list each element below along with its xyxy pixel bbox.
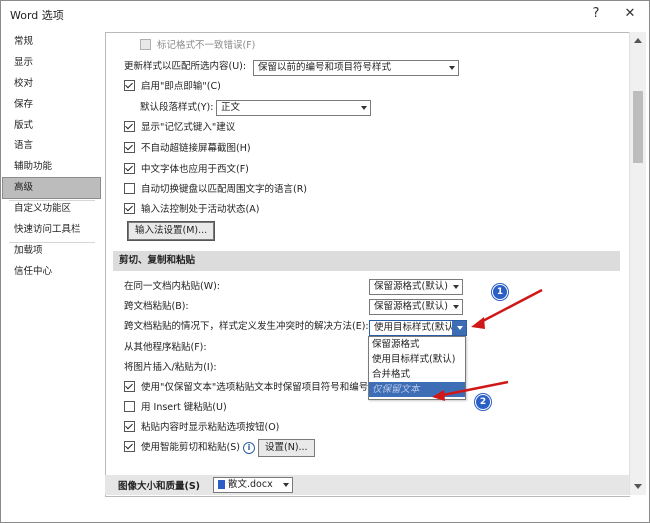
ime-settings-button[interactable]: 输入法设置(M)... — [126, 221, 216, 241]
help-button[interactable]: ? — [585, 4, 607, 24]
default-para-style-label: 默认段落样式(Y): — [140, 102, 214, 113]
word-options-window: Word 选项 ? ✕ 常规 显示 校对 保存 版式 语言 辅助功能 高级 自定… — [0, 0, 650, 523]
keep-bullets-checkbox[interactable] — [124, 381, 135, 392]
insert-picture-label: 将图片插入/粘贴为(I): — [124, 362, 217, 373]
window-title: Word 选项 — [10, 9, 64, 22]
annotation-marker-2: 2 — [475, 394, 491, 410]
click-and-type-option[interactable]: 启用"即点即输"(C) — [124, 78, 221, 96]
smart-cut-paste-option[interactable]: 使用智能剪切和粘贴(S) i — [124, 439, 255, 457]
mark-format-inconsistency-checkbox[interactable] — [140, 39, 151, 50]
autocomplete-option[interactable]: 显示"记忆式键入"建议 — [124, 119, 235, 137]
sidebar-item-customize-ribbon[interactable]: 自定义功能区 — [3, 199, 100, 219]
ime-active-checkbox[interactable] — [124, 203, 135, 214]
sidebar-item-quick-access-toolbar[interactable]: 快速访问工具栏 — [3, 220, 100, 240]
smart-cut-paste-checkbox[interactable] — [124, 441, 135, 452]
scrollbar-thumb[interactable] — [633, 91, 643, 163]
chevron-down-icon — [283, 483, 289, 487]
dropdown-option-use-destination[interactable]: 使用目标样式(默认) — [369, 352, 465, 367]
dropdown-option-keep-source[interactable]: 保留源格式 — [369, 337, 465, 352]
chevron-down-icon — [361, 106, 367, 110]
advanced-options-panel: 标记格式不一致错误(F) 更新样式以匹配所选内容(U): 保留以前的编号和项目符… — [105, 32, 630, 497]
click-and-type-checkbox[interactable] — [124, 80, 135, 91]
sidebar-item-save[interactable]: 保存 — [3, 95, 100, 115]
show-paste-options-option[interactable]: 粘贴内容时显示粘贴选项按钮(O) — [124, 419, 279, 437]
sidebar-item-accessibility[interactable]: 辅助功能 — [3, 157, 100, 177]
style-conflict-select[interactable]: 使用目标样式(默认) — [369, 320, 467, 336]
sidebar-item-language[interactable]: 语言 — [3, 136, 100, 156]
mark-format-inconsistency-option[interactable]: 标记格式不一致错误(F) — [140, 37, 255, 55]
ime-active-option[interactable]: 输入法控制处于活动状态(A) — [124, 201, 259, 219]
smart-paste-settings-button[interactable]: 设置(N)... — [258, 439, 315, 457]
default-para-style-select[interactable]: 正文 — [216, 100, 371, 116]
scroll-up-icon[interactable] — [634, 38, 642, 43]
insert-key-paste-option[interactable]: 用 Insert 键粘贴(U) — [124, 399, 227, 417]
between-docs-paste-label: 跨文档粘贴(B): — [124, 301, 189, 312]
update-style-label: 更新样式以匹配所选内容(U): — [124, 61, 247, 72]
paste-section-header: 剪切、复制和粘贴 — [113, 251, 620, 271]
no-auto-hyperlink-checkbox[interactable] — [124, 142, 135, 153]
vertical-scrollbar[interactable] — [629, 32, 646, 495]
document-icon — [218, 480, 225, 489]
sidebar-item-add-ins[interactable]: 加载项 — [3, 241, 100, 261]
chevron-down-icon — [453, 285, 459, 289]
within-doc-paste-label: 在同一文档内粘贴(W): — [124, 281, 221, 292]
no-auto-hyperlink-option[interactable]: 不自动超链接屏幕截图(H) — [124, 140, 251, 158]
keep-bullets-option[interactable]: 使用"仅保留文本"选项粘贴文本时保留项目符号和编号 — [124, 379, 368, 397]
between-docs-paste-select[interactable]: 保留源格式(默认) — [369, 299, 463, 315]
update-style-select[interactable]: 保留以前的编号和项目符号样式 — [253, 60, 459, 76]
autocomplete-checkbox[interactable] — [124, 121, 135, 132]
auto-keyboard-checkbox[interactable] — [124, 183, 135, 194]
chevron-down-icon — [457, 326, 463, 330]
dropdown-option-keep-text-only[interactable]: 仅保留文本 — [369, 382, 465, 397]
image-size-section: 图像大小和质量(S) 散文.docx — [105, 475, 629, 495]
sidebar-item-display[interactable]: 显示 — [3, 53, 100, 73]
scroll-down-icon[interactable] — [634, 484, 642, 489]
other-programs-paste-label: 从其他程序粘贴(F): — [124, 342, 207, 353]
chevron-down-icon — [453, 305, 459, 309]
show-paste-options-checkbox[interactable] — [124, 421, 135, 432]
sidebar-item-trust-center[interactable]: 信任中心 — [3, 262, 100, 282]
chinese-font-western-checkbox[interactable] — [124, 163, 135, 174]
sidebar-item-advanced[interactable]: 高级 — [2, 177, 101, 199]
annotation-marker-1: 1 — [492, 284, 508, 300]
style-conflict-label: 跨文档粘贴的情况下，样式定义发生冲突时的解决方法(E): — [124, 321, 369, 332]
insert-key-paste-checkbox[interactable] — [124, 401, 135, 412]
close-button[interactable]: ✕ — [619, 4, 641, 24]
title-bar: Word 选项 ? ✕ — [1, 1, 649, 27]
dropdown-option-merge-format[interactable]: 合并格式 — [369, 367, 465, 382]
image-size-section-title: 图像大小和质量(S) — [118, 481, 201, 492]
auto-keyboard-option[interactable]: 自动切换键盘以匹配周围文字的语言(R) — [124, 181, 307, 199]
sidebar: 常规 显示 校对 保存 版式 语言 辅助功能 高级 自定义功能区 快速访问工具栏… — [2, 32, 101, 520]
within-doc-paste-select[interactable]: 保留源格式(默认) — [369, 279, 463, 295]
chevron-down-icon — [449, 66, 455, 70]
sidebar-item-proofing[interactable]: 校对 — [3, 74, 100, 94]
info-icon[interactable]: i — [242, 441, 255, 454]
sidebar-item-general[interactable]: 常规 — [3, 32, 100, 52]
chinese-font-western-option[interactable]: 中文字体也应用于西文(F) — [124, 161, 249, 179]
sidebar-item-layout[interactable]: 版式 — [3, 116, 100, 136]
style-conflict-dropdown-list: 保留源格式 使用目标样式(默认) 合并格式 仅保留文本 — [368, 336, 466, 400]
image-doc-select[interactable]: 散文.docx — [213, 477, 293, 493]
